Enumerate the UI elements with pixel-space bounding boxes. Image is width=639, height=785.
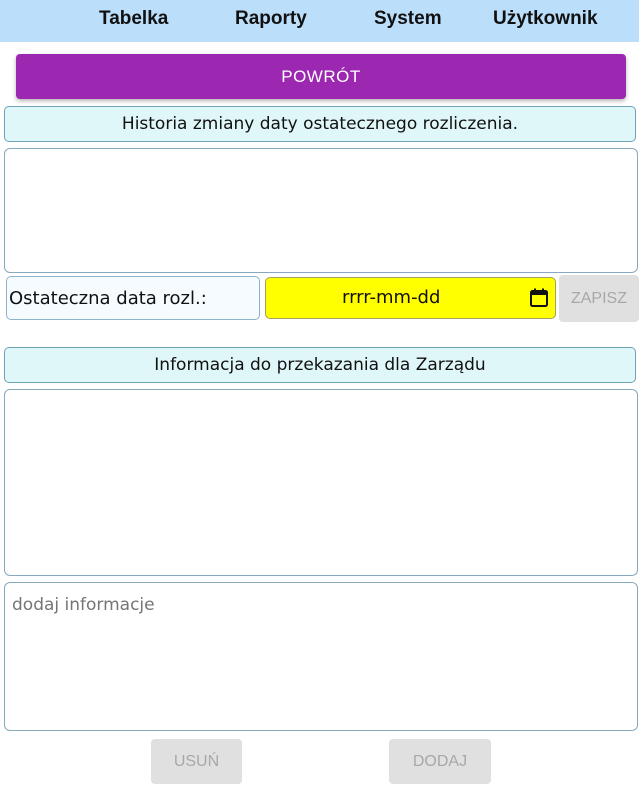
info-section-title: Informacja do przekazania dla Zarządu	[4, 347, 636, 383]
page: Tabelka Raporty System Użytkownik POWRÓT…	[0, 0, 639, 785]
final-date-label: Ostateczna data rozl.:	[6, 276, 260, 320]
nav-item-system[interactable]: System	[374, 8, 442, 30]
nav-item-uzytkownik[interactable]: Użytkownik	[493, 8, 598, 30]
nav-item-raporty[interactable]: Raporty	[235, 8, 307, 30]
history-section-title: Historia zmiany daty ostatecznego rozlic…	[4, 106, 636, 142]
nav-item-tabelka[interactable]: Tabelka	[99, 8, 168, 30]
back-button[interactable]: POWRÓT	[16, 54, 626, 99]
calendar-icon[interactable]	[530, 288, 548, 307]
delete-button[interactable]: USUŃ	[151, 739, 242, 784]
top-navigation: Tabelka Raporty System Użytkownik	[0, 0, 639, 42]
info-list	[4, 389, 638, 576]
final-date-input[interactable]: rrrr-mm-dd	[265, 277, 556, 319]
add-information-textarea[interactable]	[4, 582, 638, 731]
history-list	[4, 148, 638, 273]
date-placeholder: rrrr-mm-dd	[342, 287, 441, 308]
add-button[interactable]: DODAJ	[389, 739, 491, 784]
save-button[interactable]: ZAPISZ	[559, 275, 639, 322]
